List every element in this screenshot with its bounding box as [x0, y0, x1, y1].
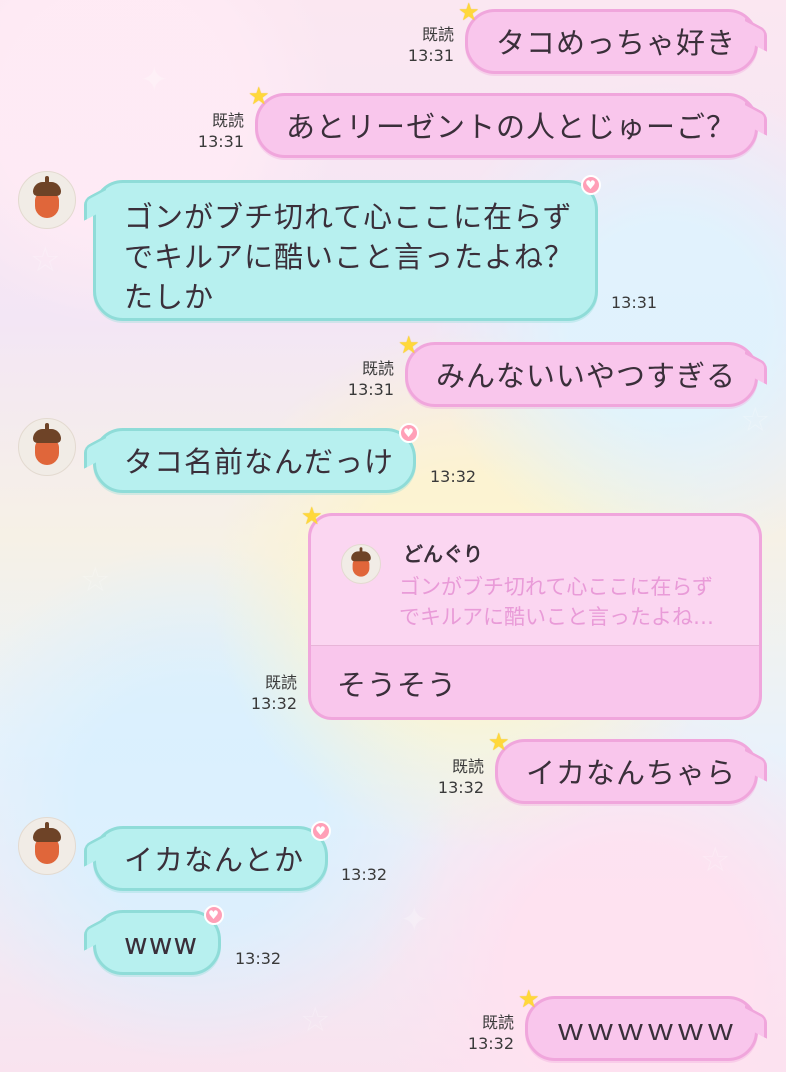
message-text: ｗｗｗｗｗｗ: [556, 1013, 737, 1047]
star-icon: ★: [518, 985, 541, 1013]
message-time: 13:32: [235, 949, 282, 968]
quoted-message[interactable]: どんぐり ゴンがブチ切れて心ここに在らず でキルアに酷いこと言ったよね…: [311, 516, 759, 646]
message-text: イカなんとか: [124, 843, 305, 877]
message-bubble[interactable]: ★ イカなんちゃら: [488, 730, 767, 804]
message-time: 13:31: [407, 46, 454, 65]
star-icon: ★: [398, 331, 421, 359]
heart-icon: ♥: [581, 175, 601, 195]
message-bubble[interactable]: タコ名前なんだっけ ♥: [84, 423, 419, 493]
avatar[interactable]: [18, 171, 76, 229]
message-time: 13:32: [341, 865, 388, 884]
star-icon: ★: [248, 82, 271, 110]
message-time: 13:32: [430, 467, 477, 486]
star-decoration-icon: ☆: [740, 400, 771, 440]
message-time: 13:32: [250, 694, 297, 713]
star-icon: ★: [458, 0, 481, 26]
quoted-text: ゴンがブチ切れて心ここに在らず でキルアに酷いこと言ったよね…: [399, 575, 714, 629]
message-bubble[interactable]: ★ あとリーゼントの人とじゅーご？: [248, 84, 767, 158]
read-receipt: 既読: [421, 25, 454, 44]
heart-icon: ♥: [311, 821, 331, 841]
read-receipt: 既読: [451, 757, 484, 776]
message-time: 13:32: [437, 778, 484, 797]
message-meta: 既読 13:31: [182, 110, 244, 152]
message-meta: 既読 13:31: [332, 358, 394, 400]
message-text: そうそう: [337, 668, 458, 702]
message-time: 13:31: [347, 380, 394, 399]
message-bubble[interactable]: www ♥: [84, 905, 224, 975]
message-bubble[interactable]: ゴンがブチ切れて心ここに在らず でキルアに酷いこと言ったよね？ たしか ♥: [84, 175, 601, 321]
acorn-icon: [32, 822, 62, 864]
acorn-icon: [32, 176, 62, 218]
read-receipt: 既読: [481, 1013, 514, 1032]
star-decoration-icon: ☆: [80, 560, 111, 600]
message-text: タコ名前なんだっけ: [124, 445, 395, 479]
message-time: 13:31: [611, 293, 658, 312]
message-text: あとリーゼントの人とじゅーご？: [286, 110, 737, 144]
message-bubble[interactable]: イカなんとか ♥: [84, 821, 331, 891]
message-meta: 既読 13:32: [422, 756, 484, 798]
star-decoration-icon: ☆: [30, 240, 61, 280]
star-decoration-icon: ✦: [140, 60, 169, 100]
acorn-icon: [351, 547, 372, 577]
read-receipt: 既読: [211, 111, 244, 130]
message-bubble[interactable]: ★ みんないいやつすぎる: [398, 333, 767, 407]
message-bubble[interactable]: ★ ｗｗｗｗｗｗ: [518, 987, 767, 1061]
quoted-sender-name: どんぐり: [403, 542, 483, 566]
message-text: イカなんちゃら: [526, 756, 737, 790]
message-line: たしか: [124, 280, 215, 314]
star-decoration-icon: ✦: [400, 900, 429, 940]
message-line: でキルアに酷いこと言ったよね？: [124, 240, 575, 274]
message-text: タコめっちゃ好き: [496, 26, 737, 60]
message-text: みんないいやつすぎる: [436, 359, 737, 393]
avatar: [341, 544, 381, 584]
message-text: www: [124, 927, 199, 961]
acorn-icon: [32, 423, 62, 465]
heart-icon: ♥: [204, 905, 224, 925]
message-time: 13:32: [467, 1034, 514, 1053]
star-decoration-icon: ☆: [700, 840, 731, 880]
message-meta: 既読 13:32: [235, 672, 297, 714]
star-icon: ★: [488, 728, 511, 756]
heart-icon: ♥: [399, 423, 419, 443]
message-meta: 既読 13:32: [452, 1012, 514, 1054]
star-decoration-icon: ☆: [300, 1000, 331, 1040]
message-bubble[interactable]: ★ タコめっちゃ好き: [458, 0, 767, 74]
reply-message-bubble[interactable]: どんぐり ゴンがブチ切れて心ここに在らず でキルアに酷いこと言ったよね… そうそ…: [301, 504, 762, 720]
message-time: 13:31: [197, 132, 244, 151]
message-line: ゴンがブチ切れて心ここに在らず: [124, 200, 573, 234]
read-receipt: 既読: [361, 359, 394, 378]
message-meta: 既読 13:31: [392, 24, 454, 66]
read-receipt: 既読: [264, 673, 297, 692]
avatar[interactable]: [18, 817, 76, 875]
avatar[interactable]: [18, 418, 76, 476]
star-icon: ★: [301, 502, 323, 530]
